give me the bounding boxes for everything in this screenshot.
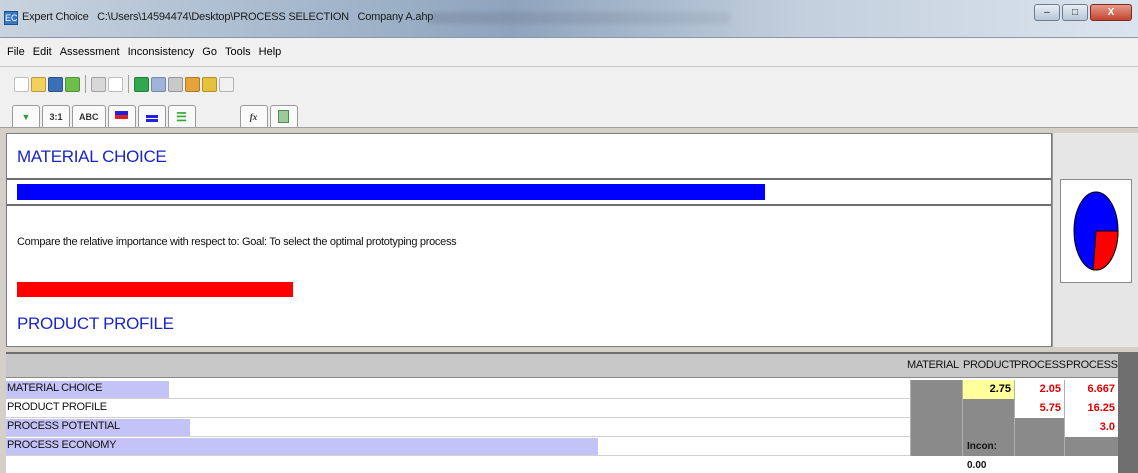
menu-edit[interactable]: Edit	[32, 44, 53, 60]
judgment-matrix: MATERIAL PRODUCT PROCESS PROCESS MATERIA…	[6, 352, 1138, 473]
tab-bars[interactable]	[137, 105, 166, 127]
comparison-question: Compare the relative importance with res…	[17, 236, 457, 248]
matrix-row[interactable]: MATERIAL CHOICE 2.75 2.05 6.667	[6, 380, 1118, 399]
green-book-icon[interactable]	[134, 76, 149, 92]
judgment-cell[interactable]: 5.75	[1014, 399, 1064, 418]
new-file-icon[interactable]	[14, 76, 29, 92]
tab-questionnaire[interactable]: ☰	[167, 105, 196, 127]
maximize-button[interactable]: □	[1062, 4, 1088, 21]
model-icon[interactable]	[151, 76, 166, 92]
menu-assessment[interactable]: Assessment	[59, 44, 121, 60]
lower-triangle-cell	[962, 418, 1014, 437]
column-header: PRODUCT	[963, 359, 1016, 371]
judgment-cell[interactable]: 16.25	[1064, 399, 1118, 418]
material-choice-bar[interactable]	[17, 184, 765, 200]
arrow-up-icon[interactable]	[219, 76, 234, 92]
magic-wand-icon[interactable]	[202, 76, 217, 92]
window-controls: – □ X	[1034, 4, 1132, 21]
comparison-pie	[1073, 191, 1119, 271]
column-header: PROCESS	[1014, 359, 1066, 371]
tab-verbal[interactable]: ABC	[72, 105, 106, 127]
diagonal-cell	[1014, 418, 1064, 437]
check-icon[interactable]	[65, 76, 80, 92]
judgment-cell[interactable]: 2.75	[962, 380, 1014, 399]
print-preview-icon[interactable]	[108, 76, 123, 92]
app-name: Expert Choice	[22, 11, 89, 23]
menu-file[interactable]: File	[6, 44, 26, 60]
open-folder-icon[interactable]	[31, 76, 46, 92]
help-question-icon[interactable]	[185, 76, 200, 92]
graphical-comparison-panel: MATERIAL CHOICE Compare the relative imp…	[6, 133, 1052, 347]
product-profile-bar[interactable]	[17, 282, 293, 297]
tab-formula[interactable]: fx	[239, 105, 268, 127]
toolbar-gap	[198, 105, 238, 127]
row-label: MATERIAL CHOICE	[7, 382, 103, 394]
blurred-background-title	[430, 12, 730, 24]
bottom-criterion-label: PRODUCT PROFILE	[17, 314, 174, 333]
mode-tabs: ▼ 3:1 ABC ☰ fx	[0, 101, 1138, 128]
judgment-cell[interactable]: 2.05	[1014, 380, 1064, 399]
column-header: MATERIAL	[907, 359, 959, 371]
menu-inconsistency[interactable]: Inconsistency	[127, 44, 196, 60]
top-criterion-label: MATERIAL CHOICE	[17, 147, 167, 166]
matrix-row[interactable]: PROCESS POTENTIAL 3.0	[6, 418, 1118, 437]
menu-tools[interactable]: Tools	[224, 44, 252, 60]
file-name: Company A.ahp	[357, 11, 434, 23]
settings-icon[interactable]	[168, 76, 183, 92]
judgment-cell[interactable]: 6.667	[1064, 380, 1118, 399]
row-label: PROCESS POTENTIAL	[7, 420, 120, 432]
lower-triangle-cell	[910, 437, 962, 456]
menu-bar: File Edit Assessment Inconsistency Go To…	[0, 38, 1138, 67]
lower-triangle-cell	[910, 399, 962, 418]
tab-numerical[interactable]: 3:1	[42, 105, 70, 127]
top-bar-track	[7, 178, 1051, 206]
toolbar-separator	[85, 75, 86, 93]
column-header: PROCESS	[1066, 359, 1118, 371]
main-toolbar	[0, 67, 1138, 101]
expert-choice-icon: EC	[4, 11, 18, 25]
lower-triangle-cell	[910, 418, 962, 437]
matrix-scrollbar-area[interactable]	[1118, 354, 1138, 473]
matrix-header: MATERIAL PRODUCT PROCESS PROCESS	[6, 354, 1118, 378]
menu-help[interactable]: Help	[258, 44, 283, 60]
window-title: Expert Choice C:\Users\14594474\Desktop\…	[22, 11, 433, 23]
row-label: PRODUCT PROFILE	[7, 401, 107, 413]
diagonal-cell	[962, 399, 1014, 418]
tab-graphical[interactable]	[107, 105, 136, 127]
menu-go[interactable]: Go	[201, 44, 218, 60]
judgment-cell[interactable]: 3.0	[1064, 418, 1118, 437]
save-icon[interactable]	[48, 76, 63, 92]
pie-right-slice	[1092, 230, 1119, 271]
matrix-row[interactable]: PROCESS ECONOMY Incon: 0.00	[6, 437, 1118, 471]
print-icon[interactable]	[91, 76, 106, 92]
lower-triangle-cell	[1014, 437, 1064, 456]
close-button[interactable]: X	[1090, 4, 1132, 21]
pie-chart-box	[1060, 179, 1132, 283]
matrix-row[interactable]: PRODUCT PROFILE 5.75 16.25	[6, 399, 1118, 418]
title-bar: EC Expert Choice C:\Users\14594474\Deskt…	[0, 0, 1138, 38]
diagonal-cell	[1064, 437, 1118, 456]
minimize-button[interactable]: –	[1034, 4, 1060, 21]
row-label: PROCESS ECONOMY	[7, 439, 117, 451]
tab-tree-icon[interactable]: ▼	[12, 105, 40, 127]
file-path: C:\Users\14594474\Desktop\PROCESS SELECT…	[97, 11, 349, 23]
tab-spreadsheet[interactable]	[269, 105, 298, 127]
diagonal-cell	[910, 380, 962, 399]
toolbar-separator	[128, 75, 129, 93]
inconsistency-ratio: Incon: 0.00	[962, 437, 1014, 471]
